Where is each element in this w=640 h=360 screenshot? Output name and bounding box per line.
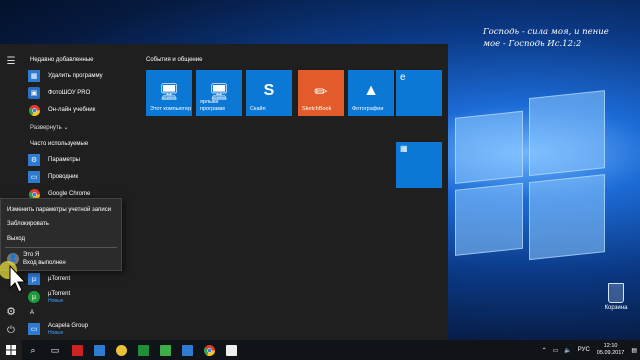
recycle-bin[interactable]: Корзина xyxy=(598,283,634,311)
app-icon xyxy=(71,344,83,356)
app-icon xyxy=(225,344,237,356)
tile-photos[interactable]: ▲ Фотографии xyxy=(348,70,394,116)
app-settings[interactable]: ⚙ Параметры xyxy=(28,152,132,168)
start-button[interactable] xyxy=(0,340,22,360)
start-rail: ☰ ⚙ ⏻ xyxy=(0,44,22,340)
tiles-group-header: События и общение xyxy=(146,57,203,63)
photos-icon: ▲ xyxy=(363,82,379,99)
search-icon[interactable]: ⌕ xyxy=(22,340,44,360)
folder-icon: ▭ xyxy=(28,323,40,335)
lock-button[interactable]: Заблокировать xyxy=(7,221,49,227)
volume-icon[interactable]: 🔈 xyxy=(564,347,571,354)
uninstall-icon: ▦ xyxy=(28,70,40,82)
hamburger-icon[interactable]: ☰ xyxy=(4,56,18,68)
taskbar-app-7[interactable] xyxy=(220,340,242,360)
change-account-settings[interactable]: Изменить параметры учетной записи xyxy=(7,207,111,213)
tile-program-shortcuts[interactable]: 🖥 ярлыки программ xyxy=(196,70,242,116)
app-acapela-group[interactable]: ▭ Acapela Group Новые xyxy=(28,319,132,339)
utorrent-icon: µ xyxy=(28,273,40,285)
start-menu: ☰ ⚙ ⏻ Недавно добавленные ▦ Удалить прог… xyxy=(0,44,448,340)
windows-icon xyxy=(6,345,16,355)
app-icon xyxy=(93,344,105,356)
letter-header-a[interactable]: A xyxy=(30,310,34,316)
taskbar-app-5[interactable] xyxy=(154,340,176,360)
recycle-bin-icon xyxy=(608,283,624,303)
computer-icon: 🖥 xyxy=(158,84,180,101)
skype-icon: S xyxy=(263,82,275,99)
sign-out-button[interactable]: Выход xyxy=(7,236,25,242)
notifications-icon[interactable]: ▤ xyxy=(631,347,637,354)
app-explorer[interactable]: ▭ Проводник xyxy=(28,169,132,185)
windows-logo-wallpaper xyxy=(455,82,605,268)
tile-this-pc[interactable]: 🖥 Этот компьютер xyxy=(146,70,192,116)
bible-verse-text: Господь - сила моя, и пение мое - Господ… xyxy=(483,27,609,49)
tile-skype[interactable]: S Скайп xyxy=(246,70,292,116)
app-icon xyxy=(115,344,127,356)
taskbar-app-1[interactable] xyxy=(66,340,88,360)
app-utorrent[interactable]: µ µTorrent xyxy=(28,271,132,287)
app-utorrent-new[interactable]: µ µTorrent Новые xyxy=(28,287,132,307)
system-tray: ⌃ ▭ 🔈 РУС 12:10 05.09.2017 ▤ xyxy=(539,340,640,360)
taskbar-app-6[interactable] xyxy=(176,340,198,360)
expand-button[interactable]: Развернуть ⌄ xyxy=(30,124,69,131)
taskbar-app-4[interactable] xyxy=(132,340,154,360)
up-arrow-icon[interactable]: ⌃ xyxy=(542,347,547,354)
gear-icon: ⚙ xyxy=(28,154,40,166)
app-photoshow[interactable]: ▣ ФотоШОУ PRO xyxy=(28,85,132,101)
app-icon xyxy=(181,344,193,356)
app-icon xyxy=(137,344,149,356)
language-indicator[interactable]: РУС xyxy=(578,347,590,353)
taskbar-app-3[interactable] xyxy=(110,340,132,360)
task-view-icon[interactable]: ▭ xyxy=(44,340,66,360)
taskbar-app-2[interactable] xyxy=(88,340,110,360)
calendar-icon: ▦ xyxy=(400,144,408,153)
taskbar-chrome-icon[interactable] xyxy=(198,340,220,360)
app-uninstall[interactable]: ▦ Удалить программу xyxy=(28,68,132,84)
tile-calendar[interactable]: ▦ xyxy=(396,142,442,188)
divider xyxy=(5,247,117,248)
app-list: Недавно добавленные ▦ Удалить программу … xyxy=(22,44,134,340)
tile-edge[interactable]: e xyxy=(396,70,442,116)
app-online-textbook[interactable]: Он-лайн учебник xyxy=(28,102,132,118)
app-icon xyxy=(159,344,171,356)
sketchbook-icon: ✏ xyxy=(314,84,328,101)
most-used-header: Часто используемые xyxy=(30,141,89,147)
recently-added-header: Недавно добавленные xyxy=(30,57,94,63)
chrome-icon xyxy=(28,104,40,116)
clock[interactable]: 12:10 05.09.2017 xyxy=(597,343,625,357)
power-icon[interactable]: ⏻ xyxy=(4,325,18,337)
mouse-cursor-icon xyxy=(0,261,26,293)
network-icon[interactable]: ▭ xyxy=(553,347,559,354)
edge-icon: e xyxy=(400,72,406,83)
photoshow-icon: ▣ xyxy=(28,87,40,99)
taskbar: ⌕ ▭ ⌃ ▭ 🔈 РУС 12:10 05.09.2017 ▤ xyxy=(0,340,640,360)
settings-gear-icon[interactable]: ⚙ xyxy=(4,306,18,318)
utorrent-icon: µ xyxy=(28,291,40,303)
tile-sketchbook[interactable]: ✏ SketchBook xyxy=(298,70,344,116)
folder-icon: ▭ xyxy=(28,171,40,183)
